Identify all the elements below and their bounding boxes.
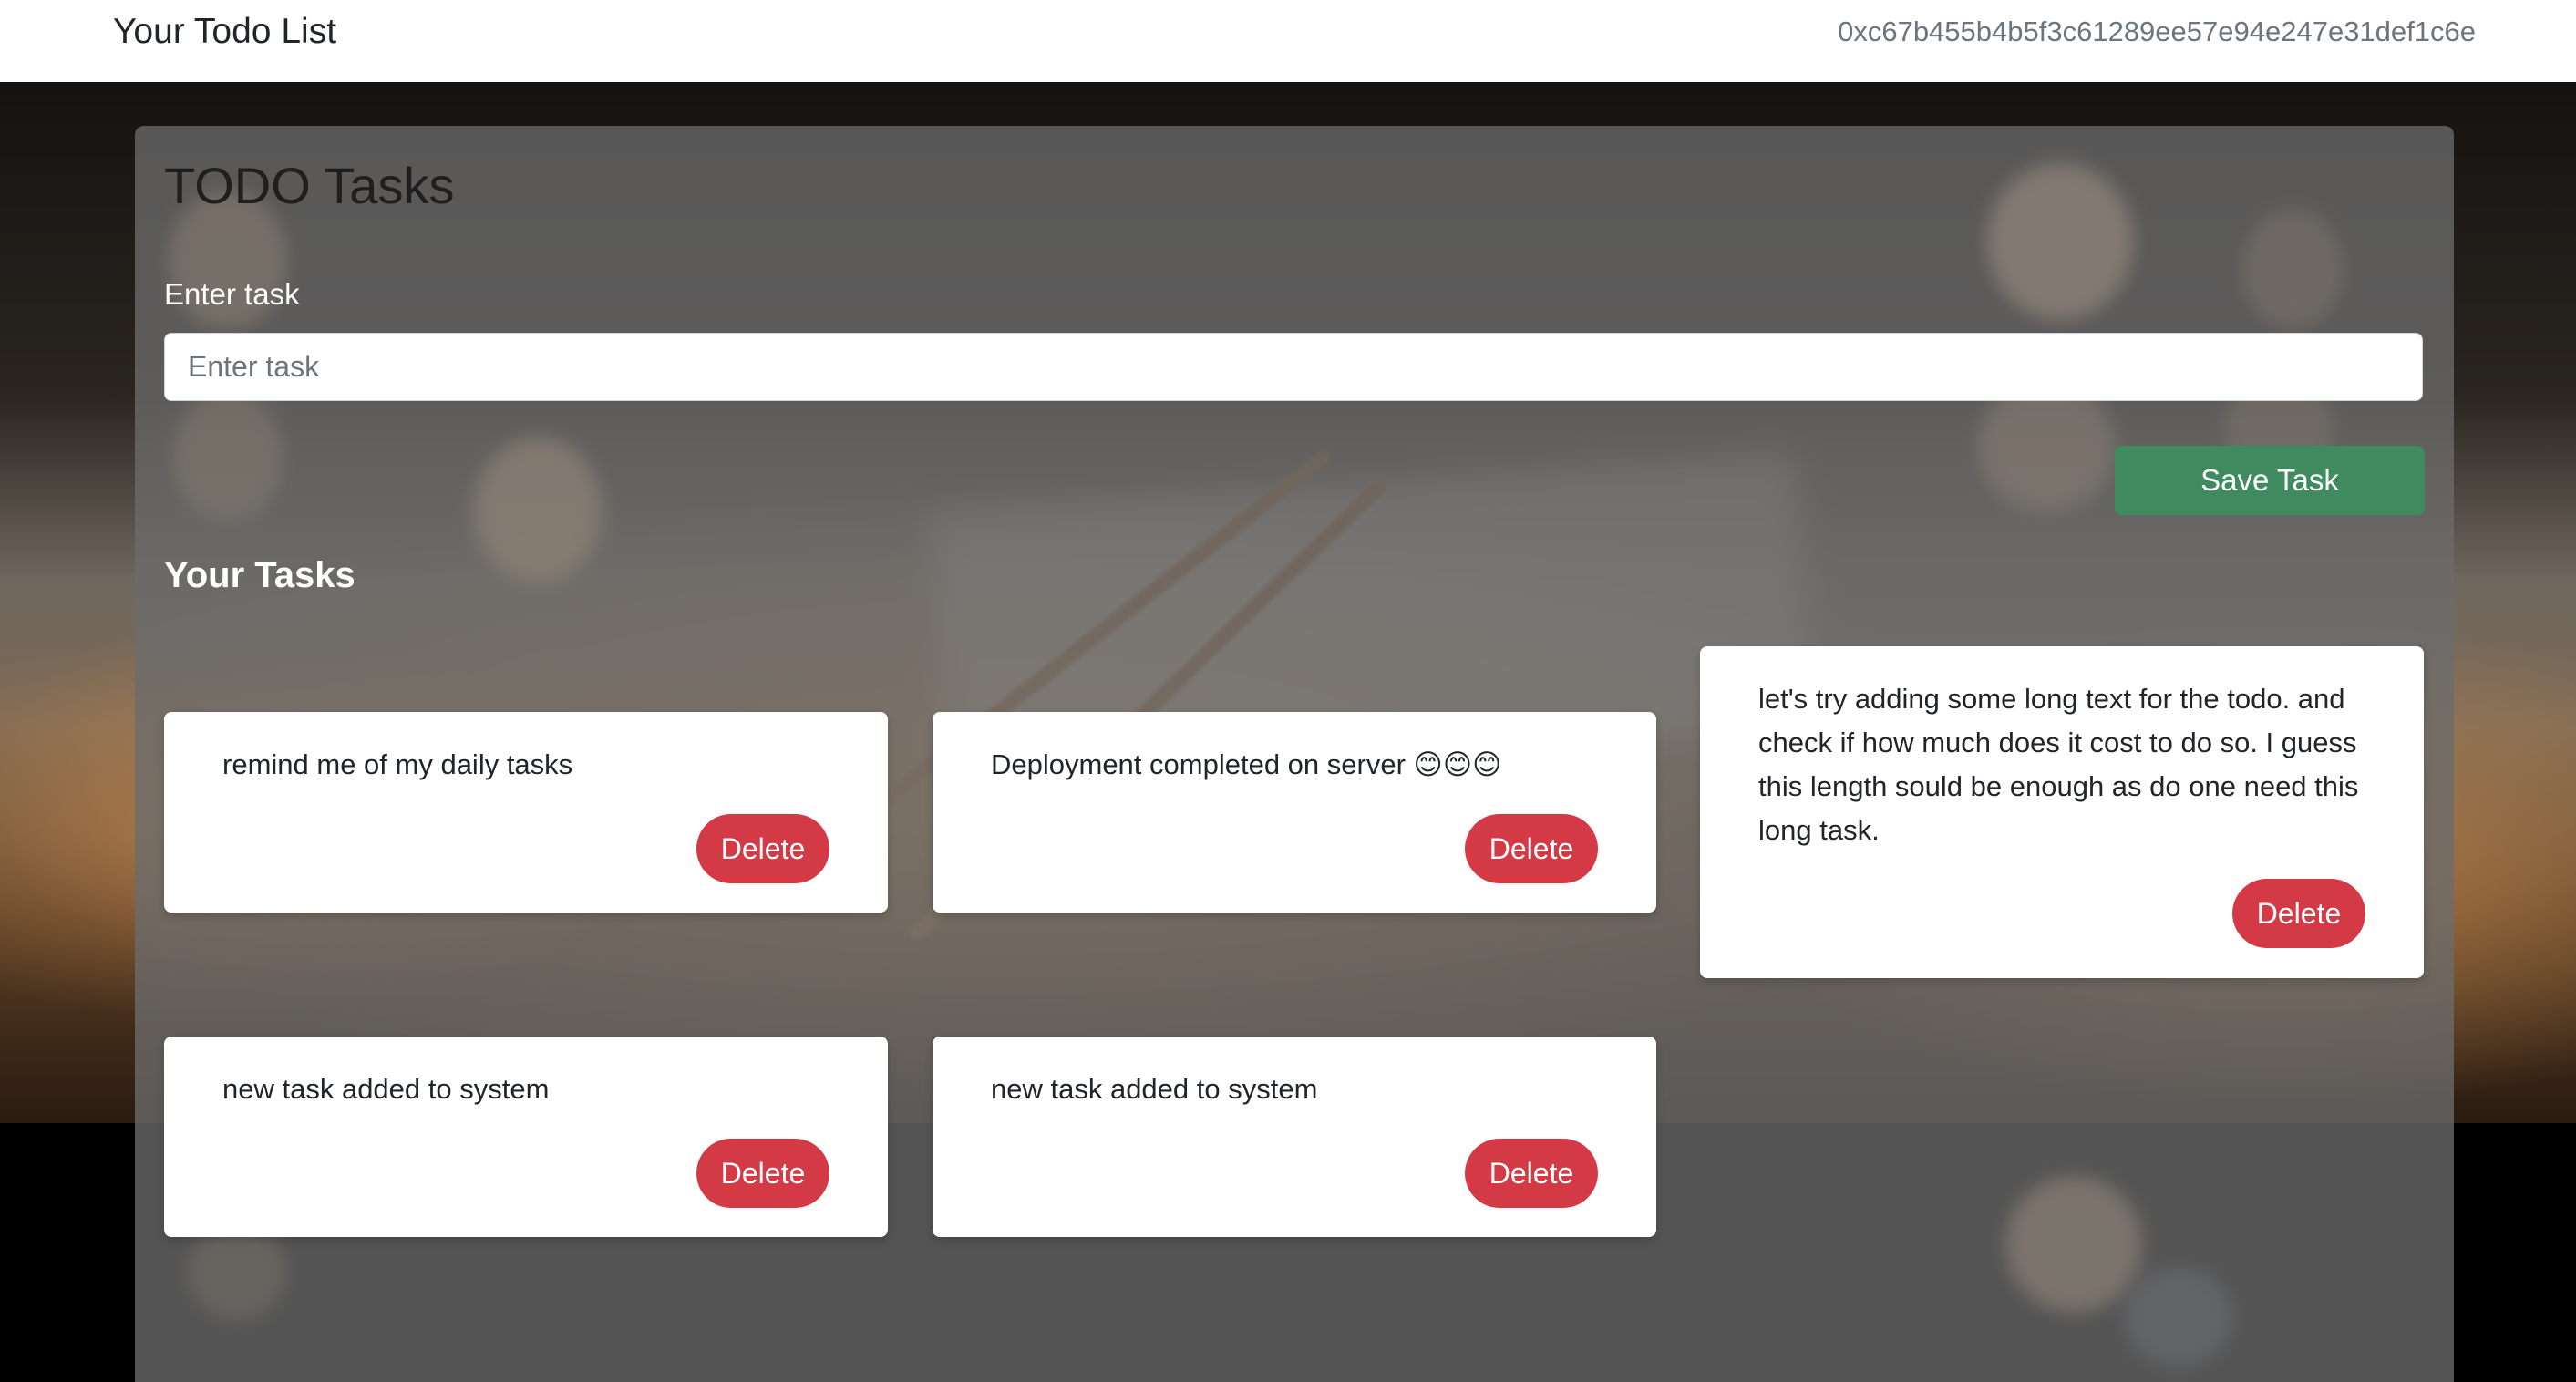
task-card: new task added to system Delete	[933, 1036, 1656, 1237]
delete-task-button[interactable]: Delete	[1465, 814, 1598, 883]
delete-task-button[interactable]: Delete	[696, 814, 829, 883]
task-input[interactable]	[164, 333, 2423, 401]
task-card: new task added to system Delete	[164, 1036, 888, 1237]
top-navbar: Your Todo List 0xc67b455b4b5f3c61289ee57…	[0, 0, 2576, 83]
task-text: remind me of my daily tasks	[222, 748, 573, 780]
task-text: new task added to system	[991, 1073, 1318, 1105]
task-text: Deployment completed on server 😊😊😊	[991, 748, 1502, 780]
task-text: let's try adding some long text for the …	[1758, 683, 2359, 846]
page-title: TODO Tasks	[164, 157, 455, 214]
task-card: let's try adding some long text for the …	[1700, 646, 2424, 978]
todo-panel: TODO Tasks Enter task Save Task Your Tas…	[135, 126, 2454, 1382]
save-task-button[interactable]: Save Task	[2115, 446, 2425, 515]
your-tasks-heading: Your Tasks	[164, 555, 355, 595]
delete-task-button[interactable]: Delete	[1465, 1139, 1598, 1208]
app-brand[interactable]: Your Todo List	[113, 0, 336, 64]
delete-task-button[interactable]: Delete	[696, 1139, 829, 1208]
task-card: Deployment completed on server 😊😊😊 Delet…	[933, 712, 1656, 913]
task-text: new task added to system	[222, 1073, 550, 1105]
task-input-label: Enter task	[164, 277, 300, 311]
task-card: remind me of my daily tasks Delete	[164, 712, 888, 913]
delete-task-button[interactable]: Delete	[2232, 879, 2365, 948]
wallet-address: 0xc67b455b4b5f3c61289ee57e94e247e31def1c…	[1838, 15, 2476, 47]
